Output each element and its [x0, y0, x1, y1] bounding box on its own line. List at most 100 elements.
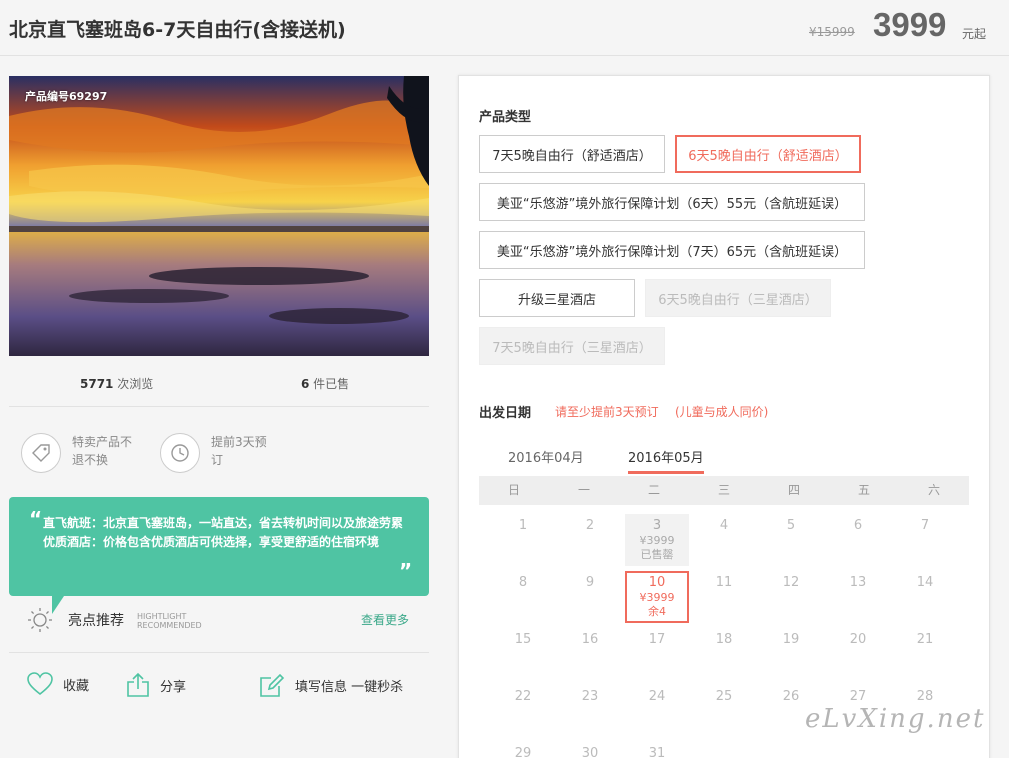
edit-icon — [260, 673, 285, 697]
weekday-tue: 二 — [647, 483, 660, 497]
feature-line: 退不换 — [72, 453, 109, 467]
weekday-sat: 六 — [927, 483, 940, 497]
no-refund-note: 特卖产品不 退不换 — [72, 433, 132, 469]
calendar-day: 27 — [849, 689, 867, 704]
product-image: 产品编号69297 — [9, 76, 429, 356]
calendar-day: 9 — [585, 575, 595, 590]
tag-icon — [21, 433, 61, 473]
child-price-note: (儿童与成人同价) — [675, 405, 769, 419]
product-code: 产品编号69297 — [25, 90, 108, 103]
views-count: 5771 — [80, 377, 114, 391]
advance-notice: 请至少提前3天预订 — [555, 405, 659, 419]
product-type-label: 产品类型 — [479, 110, 532, 125]
calendar-day: 31 — [648, 746, 666, 758]
sun-icon — [28, 608, 52, 632]
quote-text: 直飞航班：北京直飞塞班岛，一站直达，省去转机时间以及旅途劳累 优质酒店：价格包含… — [43, 514, 403, 552]
calendar-day: 6 — [853, 518, 863, 533]
calendar-day: 19 — [782, 632, 800, 647]
feature-line: 订 — [211, 453, 224, 467]
product-features: 特卖产品不 退不换 提前3天预 订 — [9, 407, 429, 497]
weekday-header: 日 一 二 三 四 五 六 — [479, 476, 969, 505]
highlight-quote: “ 直飞航班：北京直飞塞班岛，一站直达，省去转机时间以及旅途劳累 优质酒店：价格… — [9, 497, 429, 596]
highlight-title: 亮点推荐 — [68, 613, 124, 629]
calendar-day: 29 — [514, 746, 532, 758]
weekday-fri: 五 — [857, 483, 870, 497]
calendar-day: 16 — [581, 632, 599, 647]
action-bar: 收藏 分享 填写信息 一键秒杀 — [9, 654, 429, 718]
price-suffix: 元起 — [962, 27, 987, 41]
quote-line: 优质酒店：价格包含优质酒店可供选择，享受更舒适的住宿环境 — [43, 535, 380, 549]
day-number: 10 — [648, 575, 666, 590]
day-price: ¥3999 — [639, 534, 675, 547]
quote-close-mark: ” — [399, 559, 413, 583]
highlight-subtitle: HIGHTLIGHT RECOMMENDED — [137, 612, 202, 630]
option-insurance-7d[interactable]: 美亚“乐悠游”境外旅行保障计划（7天）65元（含航班延误） — [479, 231, 865, 269]
calendar-day: 11 — [715, 575, 733, 590]
day-price: ¥3999 — [639, 591, 675, 604]
share-label: 分享 — [160, 679, 187, 695]
calendar-day: 5 — [786, 518, 796, 533]
calendar-day: 30 — [581, 746, 599, 758]
sold-label: 件已售 — [309, 377, 350, 391]
quote-line: 直飞航班：北京直飞塞班岛，一站直达，省去转机时间以及旅途劳累 — [43, 516, 404, 530]
weekday-sun: 日 — [507, 483, 520, 497]
calendar-day: 21 — [916, 632, 934, 647]
calendar-day: 22 — [514, 689, 532, 704]
calendar-day-soldout: 3 ¥3999 已售罄 — [625, 514, 689, 566]
quote-open-mark: “ — [29, 507, 43, 531]
favorite-label: 收藏 — [63, 678, 90, 694]
views-stat: 5771 次浏览 — [80, 375, 153, 392]
option-6d5n-comfort[interactable]: 6天5晚自由行（舒适酒店） — [675, 135, 861, 173]
highlight-section: 亮点推荐 HIGHTLIGHT RECOMMENDED 查看更多 — [9, 600, 429, 653]
heart-icon — [27, 672, 53, 696]
option-7d5n-3star: 7天5晚自由行（三星酒店） — [479, 327, 665, 365]
booking-panel: 产品类型 7天5晚自由行（舒适酒店） 6天5晚自由行（舒适酒店） 美亚“乐悠游”… — [458, 75, 990, 758]
fill-info-label: 填写信息 一键秒杀 — [295, 679, 404, 695]
original-price: ¥15999 — [809, 25, 855, 39]
share-icon — [127, 672, 149, 697]
favorite-button[interactable]: 收藏 — [27, 672, 89, 696]
calendar-day: 13 — [849, 575, 867, 590]
day-number: 3 — [652, 518, 662, 533]
tab-2016-04[interactable]: 2016年04月 — [508, 447, 584, 466]
feature-line: 特卖产品不 — [72, 435, 133, 449]
calendar-day: 4 — [719, 518, 729, 533]
calendar-day: 17 — [648, 632, 666, 647]
calendar-day: 28 — [916, 689, 934, 704]
calendar-day: 12 — [782, 575, 800, 590]
calendar-day: 7 — [920, 518, 930, 533]
calendar-day: 23 — [581, 689, 599, 704]
advance-booking-note: 提前3天预 订 — [211, 433, 267, 469]
option-insurance-6d[interactable]: 美亚“乐悠游”境外旅行保障计划（6天）55元（含航班延误） — [479, 183, 865, 221]
day-remaining: 余4 — [648, 605, 666, 618]
calendar-day: 20 — [849, 632, 867, 647]
clock-icon — [160, 433, 200, 473]
tab-2016-05[interactable]: 2016年05月 — [628, 447, 704, 474]
share-button[interactable]: 分享 — [126, 672, 186, 698]
day-status: 已售罄 — [640, 548, 674, 561]
sold-stat: 6 件已售 — [301, 375, 349, 392]
weekday-thu: 四 — [787, 483, 800, 497]
page-title: 北京直飞塞班岛6-7天自由行(含接送机) — [9, 19, 346, 41]
feature-line: 提前3天预 — [211, 435, 267, 449]
fill-info-button[interactable]: 填写信息 一键秒杀 — [259, 672, 403, 698]
site-watermark: eLvXing.net — [805, 704, 986, 734]
calendar-day: 26 — [782, 689, 800, 704]
calendar-day-available[interactable]: 10 ¥3999 余4 — [625, 571, 689, 623]
option-6d5n-3star: 6天5晚自由行（三星酒店） — [645, 279, 831, 317]
option-7d5n-comfort[interactable]: 7天5晚自由行（舒适酒店） — [479, 135, 665, 173]
calendar-day: 24 — [648, 689, 666, 704]
weekday-wed: 三 — [717, 483, 730, 497]
calendar-day: 25 — [715, 689, 733, 704]
view-more-link[interactable]: 查看更多 — [361, 611, 409, 628]
views-label: 次浏览 — [113, 377, 154, 391]
calendar-day: 15 — [514, 632, 532, 647]
product-header: 北京直飞塞班岛6-7天自由行(含接送机) ¥15999 3999 元起 — [0, 0, 1009, 56]
weekday-mon: 一 — [577, 483, 590, 497]
calendar-day: 18 — [715, 632, 733, 647]
highlight-en-line: HIGHTLIGHT — [137, 612, 187, 621]
calendar-day: 8 — [518, 575, 528, 590]
product-stats: 5771 次浏览 6 件已售 — [9, 356, 429, 407]
option-upgrade-3star[interactable]: 升级三星酒店 — [479, 279, 635, 317]
calendar-day: 1 — [518, 518, 528, 533]
